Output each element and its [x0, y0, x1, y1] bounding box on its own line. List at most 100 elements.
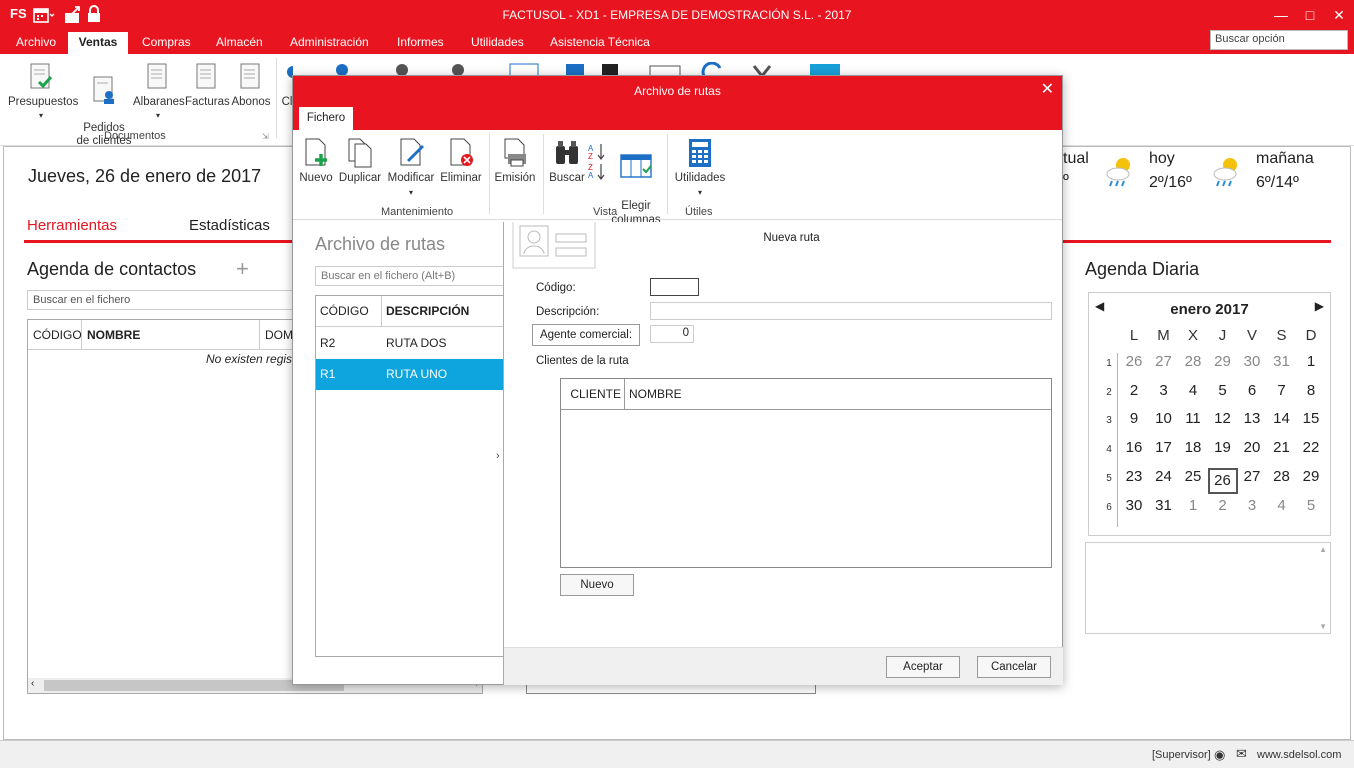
menu-administracion[interactable]: Administración	[282, 32, 377, 54]
scroll-left-icon[interactable]: ‹	[31, 678, 34, 689]
calendar-day[interactable]: 2	[1119, 382, 1149, 399]
next-month-icon[interactable]: ▶	[1315, 299, 1324, 313]
calendar-day[interactable]: 11	[1178, 410, 1208, 427]
aceptar-button[interactable]: Aceptar	[886, 656, 960, 678]
tab-estadisticas[interactable]: Estadísticas	[189, 217, 270, 234]
calendar-day[interactable]: 3	[1237, 497, 1267, 514]
calendar-day[interactable]: 12	[1208, 410, 1238, 427]
calendar-day[interactable]: 31	[1267, 353, 1297, 370]
descripcion-input[interactable]	[650, 302, 1052, 320]
calendar-day[interactable]: 28	[1267, 468, 1297, 485]
table-row-selected[interactable]: R1 RUTA UNO	[316, 359, 504, 390]
menu-utilidades[interactable]: Utilidades	[463, 32, 532, 54]
modificar-button[interactable]: Modificar ▾	[385, 138, 437, 200]
support-icon[interactable]: ◉	[1214, 747, 1225, 763]
add-contact-icon[interactable]: +	[236, 256, 249, 282]
calendar-day[interactable]: 23	[1119, 468, 1149, 485]
search-option-input[interactable]: Buscar opción	[1210, 30, 1348, 50]
column-header-codigo[interactable]: CÓDIGO	[316, 296, 382, 327]
column-header-cliente[interactable]: CLIENTE	[561, 379, 625, 410]
agenda-notes[interactable]: ▲ ▼	[1085, 542, 1331, 634]
group-launcher-icon[interactable]: ⇲	[262, 132, 269, 141]
calendar-day[interactable]: 14	[1267, 410, 1297, 427]
emision-button[interactable]: Emisión	[493, 138, 537, 185]
calendar-day[interactable]: 28	[1178, 353, 1208, 370]
mail-icon[interactable]: ✉	[1236, 746, 1247, 762]
menu-archivo[interactable]: Archivo	[8, 32, 64, 54]
calendar-day[interactable]: 24	[1149, 468, 1179, 485]
minimize-icon[interactable]: —	[1266, 4, 1296, 26]
calendar-day[interactable]: 17	[1149, 439, 1179, 456]
calendar-day[interactable]: 9	[1119, 410, 1149, 427]
sort-az-icon[interactable]: AZZA	[587, 142, 607, 180]
calendar-day[interactable]: 27	[1149, 353, 1179, 370]
calendar-day[interactable]: 25	[1178, 468, 1208, 485]
scroll-down-icon[interactable]: ▼	[1319, 622, 1327, 631]
agente-comercial-input[interactable]: 0	[650, 325, 694, 343]
presupuestos-button[interactable]: Presupuestos ▾	[8, 62, 78, 122]
calendar-day[interactable]: 30	[1237, 353, 1267, 370]
menu-compras[interactable]: Compras	[134, 32, 199, 54]
close-icon[interactable]: ✕	[1324, 4, 1354, 26]
menu-ventas[interactable]: Ventas	[68, 32, 128, 54]
nuevo-button[interactable]: Nuevo	[299, 138, 333, 185]
cancelar-button[interactable]: Cancelar	[977, 656, 1051, 678]
status-website[interactable]: www.sdelsol.com	[1257, 749, 1341, 761]
calendar-day[interactable]: 6	[1237, 382, 1267, 399]
calendar-day[interactable]: 3	[1149, 382, 1179, 399]
calendar-day[interactable]: 27	[1237, 468, 1267, 485]
calendar-day[interactable]: 5	[1208, 382, 1238, 399]
calendar-day[interactable]: 4	[1178, 382, 1208, 399]
duplicar-button[interactable]: Duplicar	[337, 138, 383, 185]
calendar-day[interactable]: 8	[1296, 382, 1326, 399]
eliminar-button[interactable]: Eliminar	[439, 138, 483, 185]
abonos-button[interactable]: Abonos	[231, 62, 271, 109]
calendar-day[interactable]: 19	[1208, 439, 1238, 456]
calendar-day[interactable]: 26	[1119, 353, 1149, 370]
presupuestos-icon	[30, 63, 53, 89]
calendar-day[interactable]: 7	[1267, 382, 1297, 399]
calendar-day[interactable]: 29	[1296, 468, 1326, 485]
calendar-day[interactable]: 13	[1237, 410, 1267, 427]
column-header-nombre[interactable]: NOMBRE	[625, 379, 1051, 410]
calendar-day[interactable]: 1	[1178, 497, 1208, 514]
collapse-chevron-icon[interactable]: ›	[496, 450, 500, 462]
column-header-descripcion[interactable]: DESCRIPCIÓN	[382, 296, 504, 327]
calendar-day[interactable]: 10	[1149, 410, 1179, 427]
calendar-day[interactable]: 15	[1296, 410, 1326, 427]
calendar-day-today[interactable]: 26	[1207, 467, 1238, 494]
calendar-day[interactable]: 16	[1119, 439, 1149, 456]
calendar-day[interactable]: 22	[1296, 439, 1326, 456]
calendar-day[interactable]: 31	[1149, 497, 1179, 514]
codigo-input[interactable]	[650, 278, 699, 296]
list-search-input[interactable]: Buscar en el fichero (Alt+B)	[315, 266, 505, 286]
calendar-day[interactable]: 4	[1267, 497, 1297, 514]
scroll-up-icon[interactable]: ▲	[1319, 545, 1327, 554]
calendar-day[interactable]: 20	[1237, 439, 1267, 456]
nuevo-cliente-button[interactable]: Nuevo	[560, 574, 634, 596]
facturas-button[interactable]: Facturas	[185, 62, 230, 109]
calendar-day[interactable]: 18	[1178, 439, 1208, 456]
menu-almacen[interactable]: Almacén	[208, 32, 271, 54]
menu-asistencia[interactable]: Asistencia Técnica	[542, 32, 658, 54]
calendar-day[interactable]: 5	[1296, 497, 1326, 514]
table-row[interactable]: R2 RUTA DOS	[316, 328, 504, 359]
tab-fichero[interactable]: Fichero	[299, 107, 353, 130]
utilidades-button[interactable]: Utilidades ▾	[673, 138, 727, 200]
calendar-day[interactable]: 29	[1208, 353, 1238, 370]
column-header-codigo[interactable]: CÓDIGO	[28, 320, 82, 350]
buscar-button[interactable]: Buscar	[549, 138, 585, 185]
albaranes-button[interactable]: Albaranes ▾	[133, 62, 185, 122]
agente-comercial-button[interactable]: Agente comercial:	[532, 324, 640, 346]
calendar-day[interactable]: 1	[1296, 353, 1326, 370]
menu-informes[interactable]: Informes	[389, 32, 452, 54]
calendar-day[interactable]: 21	[1267, 439, 1297, 456]
column-header-nombre[interactable]: NOMBRE	[82, 320, 260, 350]
dialog-close-icon[interactable]: ✕	[1041, 79, 1054, 99]
tab-herramientas[interactable]: Herramientas	[27, 217, 117, 234]
contacts-search-input[interactable]: Buscar en el fichero	[27, 290, 297, 310]
archivo-rutas-dialog: Archivo de rutas ✕ Fichero Nuevo Duplica…	[292, 75, 1063, 685]
calendar-day[interactable]: 30	[1119, 497, 1149, 514]
maximize-icon[interactable]: □	[1295, 4, 1325, 26]
calendar-day[interactable]: 2	[1208, 497, 1238, 514]
